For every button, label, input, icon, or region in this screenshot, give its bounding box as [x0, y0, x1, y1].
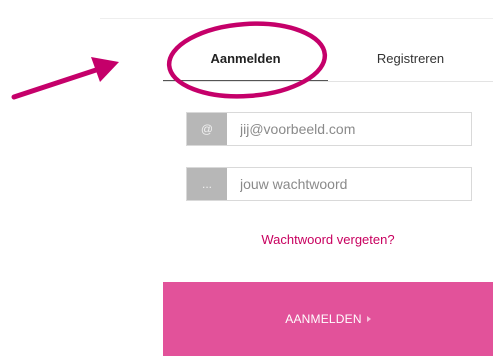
email-input[interactable] — [227, 113, 471, 145]
arrow-icon — [11, 57, 119, 100]
tab-register-label: Registreren — [376, 51, 445, 66]
login-submit-label: AANMELDEN — [285, 312, 362, 326]
auth-tabs: Aanmelden Registreren — [163, 36, 493, 82]
forgot-password-link[interactable]: Wachtwoord vergeten? — [163, 232, 493, 247]
password-input[interactable] — [227, 168, 471, 200]
password-dots-icon: ... — [187, 168, 227, 200]
login-submit-button[interactable]: AANMELDEN — [163, 282, 493, 356]
tab-login-label: Aanmelden — [210, 50, 281, 66]
password-field-group: ... — [186, 167, 472, 201]
at-icon: @ — [187, 113, 227, 145]
tab-register[interactable]: Registreren — [328, 36, 493, 81]
tab-login[interactable]: Aanmelden — [163, 36, 328, 81]
caret-right-icon — [366, 316, 371, 322]
email-field-group: @ — [186, 112, 472, 146]
top-divider — [100, 18, 493, 19]
